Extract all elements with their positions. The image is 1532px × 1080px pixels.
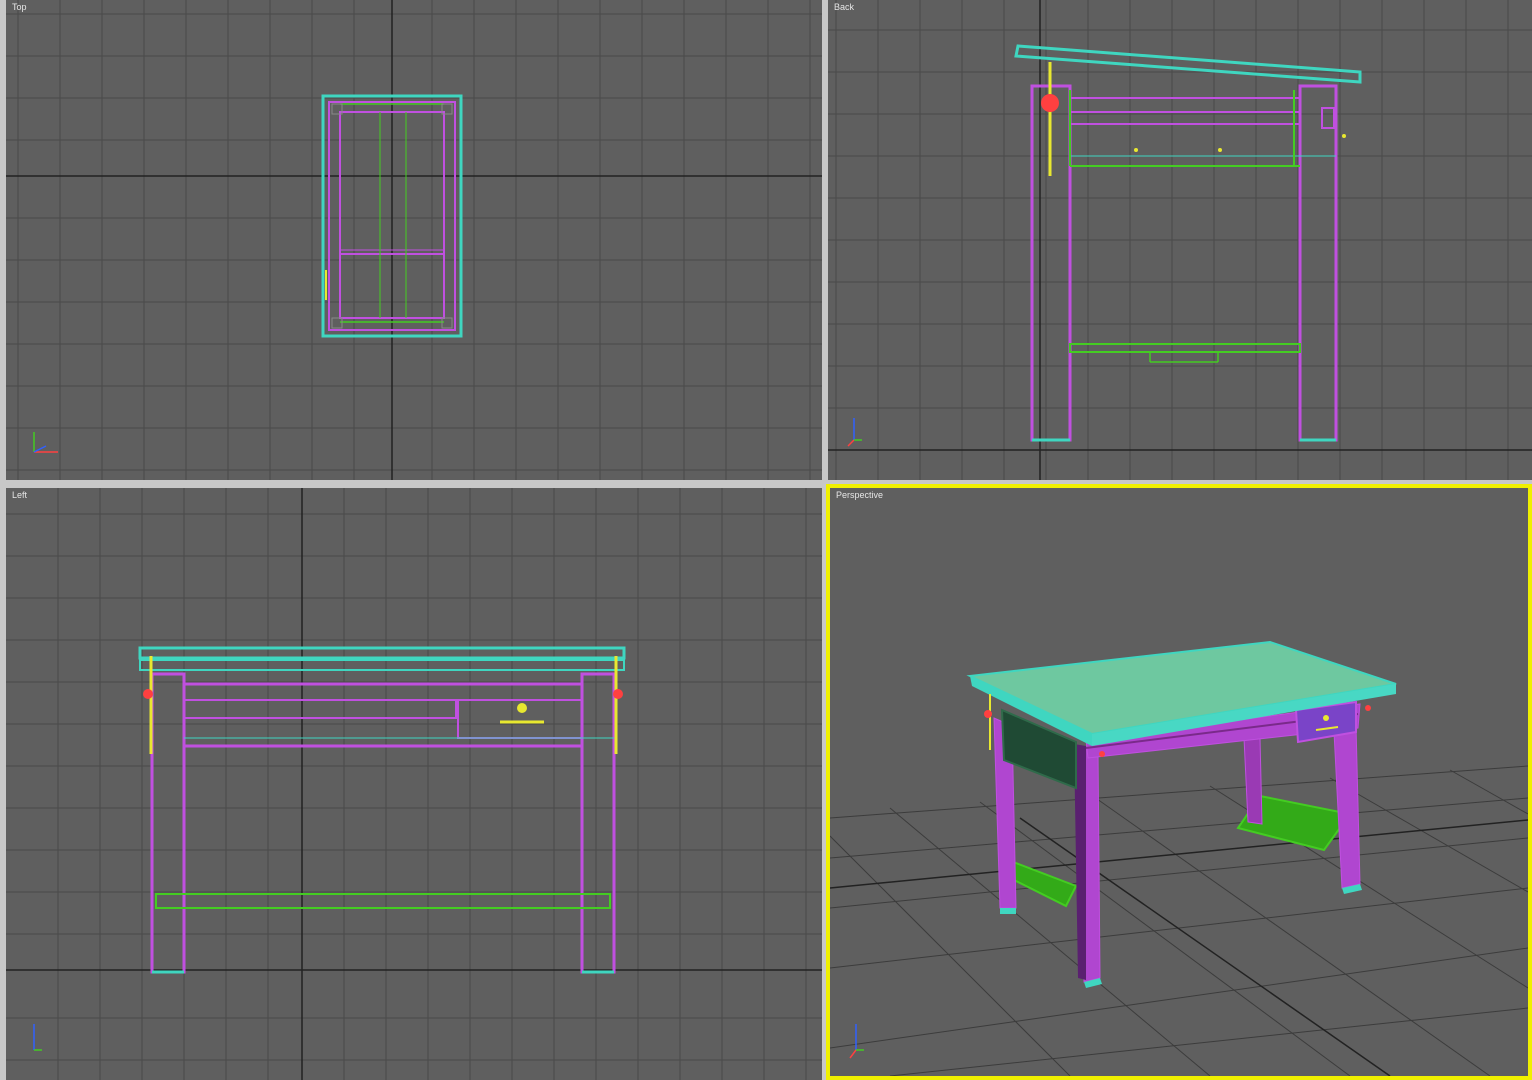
viewport-label-top[interactable]: Top — [12, 2, 27, 12]
viewport-left[interactable]: Left — [6, 488, 822, 1080]
axis-tripod-icon — [847, 418, 862, 447]
grid — [6, 0, 822, 480]
perspective-view-canvas[interactable] — [830, 488, 1528, 1076]
viewport-back[interactable]: Back — [828, 0, 1532, 480]
table-left-view[interactable] — [138, 646, 626, 974]
grid-major — [6, 488, 822, 1080]
table-perspective-model[interactable] — [966, 640, 1397, 988]
perspective-grid — [830, 765, 1528, 1076]
viewport-label-perspective[interactable]: Perspective — [836, 490, 883, 500]
grid — [828, 0, 1532, 480]
grid-major — [6, 0, 822, 480]
viewport-label-left[interactable]: Left — [12, 490, 27, 500]
table-back-view[interactable] — [1014, 44, 1362, 442]
viewport-top[interactable]: Top — [6, 0, 822, 480]
axis-tripod-icon — [33, 1024, 42, 1051]
top-view-canvas[interactable] — [6, 0, 822, 480]
viewport-perspective[interactable]: Perspective — [826, 484, 1532, 1080]
grid — [6, 488, 822, 1080]
viewport-label-back[interactable]: Back — [834, 2, 854, 12]
left-view-canvas[interactable] — [6, 488, 822, 1080]
axis-tripod-icon — [33, 432, 58, 453]
back-view-canvas[interactable] — [828, 0, 1532, 480]
axis-tripod-icon — [849, 1024, 864, 1059]
